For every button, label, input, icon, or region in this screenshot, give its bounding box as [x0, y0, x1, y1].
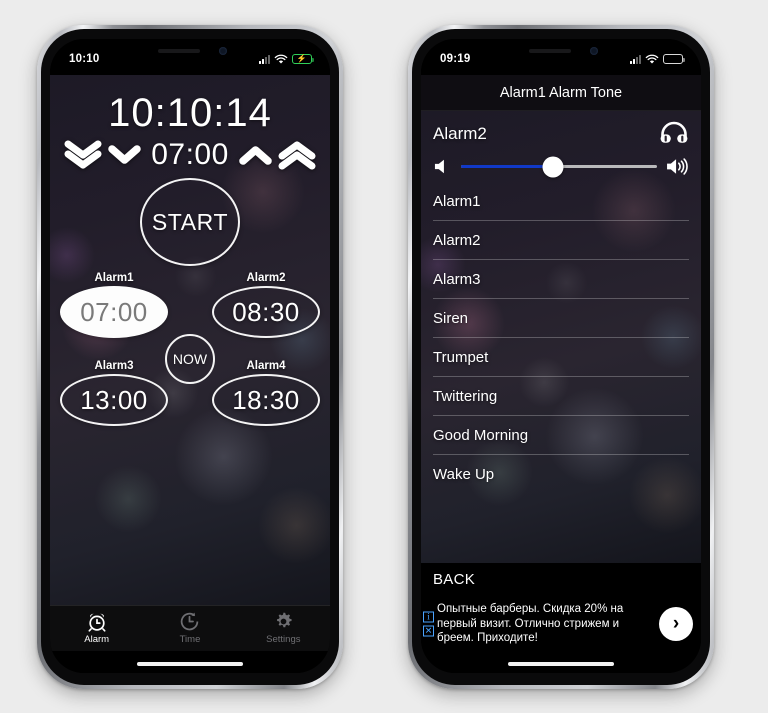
list-item[interactable]: Siren — [433, 299, 689, 338]
front-camera-icon — [219, 47, 227, 55]
ad-cta-button[interactable]: › — [659, 607, 693, 641]
list-item[interactable]: Alarm3 — [433, 260, 689, 299]
alarm-slot-2-label: Alarm2 — [246, 272, 286, 284]
front-camera-icon — [590, 47, 598, 55]
speaker-high-icon[interactable] — [666, 157, 689, 176]
tab-time-label: Time — [179, 633, 201, 645]
battery-charging-icon: ⚡ — [292, 54, 314, 64]
double-chevron-up-icon[interactable] — [278, 140, 316, 170]
volume-slider-row[interactable] — [433, 156, 689, 182]
list-item[interactable]: Good Morning — [433, 416, 689, 455]
list-item[interactable]: Trumpet — [433, 338, 689, 377]
list-item[interactable]: Wake Up — [433, 455, 689, 493]
speaker-low-icon[interactable] — [433, 158, 452, 175]
status-time: 09:19 — [440, 53, 471, 65]
right-phone-device: 09:19 Alarm1 Alarm Tone Alarm2 Alarm1 Al… — [408, 25, 714, 689]
gear-icon — [273, 611, 294, 633]
start-button-wrap: START — [50, 178, 330, 266]
current-time-display: 10:10:14 — [108, 91, 272, 135]
ad-close-icon[interactable]: ✕ — [423, 625, 434, 637]
alarm-clock-icon — [86, 611, 108, 633]
clock-icon — [179, 611, 200, 633]
right-phone-screen: 09:19 Alarm1 Alarm Tone Alarm2 Alarm1 Al… — [421, 39, 701, 673]
volume-filled — [461, 165, 554, 168]
alarm-adjust-row: 07:00 — [50, 138, 330, 172]
tab-alarm-label: Alarm — [84, 633, 110, 645]
alarm-slot-4[interactable]: Alarm4 18:30 — [204, 360, 328, 426]
list-item[interactable]: Twittering — [433, 377, 689, 416]
list-item[interactable]: Alarm1 — [433, 182, 689, 221]
tab-time[interactable]: Time — [143, 611, 236, 645]
chevron-up-icon[interactable] — [239, 144, 272, 166]
tab-settings[interactable]: Settings — [237, 611, 330, 645]
chevron-down-icon[interactable] — [108, 144, 141, 166]
ad-text: Опытные барберы. Скидка 20% на первый ви… — [437, 602, 624, 645]
now-button[interactable]: NOW — [165, 334, 215, 384]
wifi-icon — [274, 54, 288, 64]
tone-list: Alarm1 Alarm2 Alarm3 Siren Trumpet Twitt… — [421, 182, 701, 493]
status-indicators — [630, 54, 685, 65]
alarm-time-value[interactable]: 07:00 — [147, 138, 233, 172]
alarm-slot-1-time[interactable]: 07:00 — [60, 286, 168, 338]
tab-settings-label: Settings — [266, 633, 301, 645]
alarm-slot-1-label: Alarm1 — [94, 272, 134, 284]
left-phone-device: 10:10 ⚡ 10:10:14 07:00 START Alarm1 07:0… — [37, 25, 343, 689]
volume-track[interactable] — [461, 156, 657, 177]
alarm-slot-3-label: Alarm3 — [94, 360, 134, 372]
alarm-slot-2-time[interactable]: 08:30 — [212, 286, 320, 338]
tone-header-row: Alarm2 — [433, 121, 689, 147]
start-button[interactable]: START — [140, 178, 240, 266]
bottom-tab-bar: Alarm Time Settings — [50, 605, 330, 651]
list-item[interactable]: Alarm2 — [433, 221, 689, 260]
alarm-tone-screen: Alarm2 Alarm1 Alarm2 Alarm3 Siren Trumpe… — [421, 111, 701, 563]
battery-icon — [663, 54, 685, 64]
wifi-icon — [645, 54, 659, 64]
home-indicator[interactable] — [137, 662, 243, 666]
cellular-bars-icon — [259, 54, 270, 64]
left-status-bar: 10:10 ⚡ — [50, 39, 330, 75]
alarm-grid: Alarm1 07:00 Alarm2 08:30 Alarm3 13:00 A… — [50, 272, 330, 442]
home-indicator[interactable] — [508, 662, 614, 666]
headphones-icon[interactable] — [659, 121, 689, 147]
status-time: 10:10 — [69, 53, 100, 65]
right-status-bar: 09:19 — [421, 39, 701, 75]
left-phone-screen: 10:10 ⚡ 10:10:14 07:00 START Alarm1 07:0… — [50, 39, 330, 673]
earpiece-speaker-icon — [529, 49, 571, 53]
alarm-home-screen: 10:10:14 07:00 START Alarm1 07:00 Alarm2… — [50, 75, 330, 605]
selected-tone-label: Alarm2 — [433, 124, 487, 143]
alarm-slot-2[interactable]: Alarm2 08:30 — [204, 272, 328, 338]
earpiece-speaker-icon — [158, 49, 200, 53]
ad-marks: i ✕ — [423, 611, 434, 637]
back-button[interactable]: BACK — [421, 563, 701, 597]
ad-banner[interactable]: i ✕ Опытные барберы. Скидка 20% на первы… — [421, 597, 701, 651]
nav-title: Alarm1 Alarm Tone — [421, 75, 701, 111]
cellular-bars-icon — [630, 54, 641, 64]
alarm-slot-3[interactable]: Alarm3 13:00 — [52, 360, 176, 426]
ad-info-icon[interactable]: i — [423, 611, 434, 623]
volume-knob[interactable] — [542, 156, 564, 177]
alarm-slot-1[interactable]: Alarm1 07:00 — [52, 272, 176, 338]
status-indicators: ⚡ — [259, 54, 314, 65]
tone-header: Alarm2 — [421, 111, 701, 182]
left-phone-bezel: 10:10 ⚡ 10:10:14 07:00 START Alarm1 07:0… — [41, 29, 339, 685]
screenshot-stage: 10:10 ⚡ 10:10:14 07:00 START Alarm1 07:0… — [0, 0, 768, 713]
alarm-slot-4-label: Alarm4 — [246, 360, 286, 372]
right-phone-bezel: 09:19 Alarm1 Alarm Tone Alarm2 Alarm1 Al… — [412, 29, 710, 685]
alarm-slot-4-time[interactable]: 18:30 — [212, 374, 320, 426]
alarm-slot-3-time[interactable]: 13:00 — [60, 374, 168, 426]
double-chevron-down-icon[interactable] — [64, 140, 102, 170]
tab-alarm[interactable]: Alarm — [50, 611, 143, 645]
